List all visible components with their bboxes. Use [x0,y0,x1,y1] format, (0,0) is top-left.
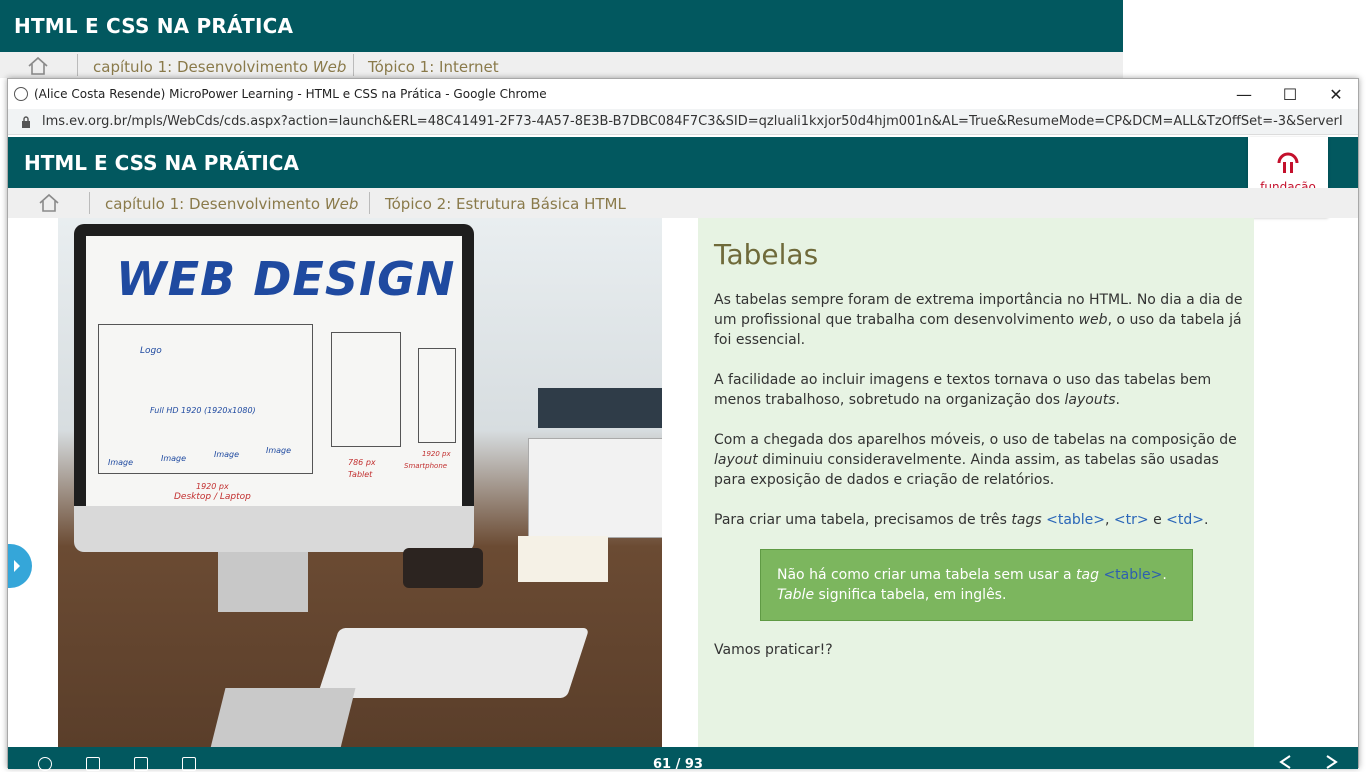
home-icon[interactable] [27,56,49,76]
sketch-label: Full HD 1920 (1920x1080) [150,406,256,415]
tag-table: <table> [1046,512,1106,528]
background-breadcrumb-topic[interactable]: Tópico 1: Internet [368,58,499,76]
sketch-label: Image [161,454,187,463]
screen-heading: WEB DESIGN [116,252,456,306]
background-breadcrumb-chapter[interactable]: capítulo 1: Desenvolvimento Web [93,58,346,76]
help-icon[interactable] [38,757,52,771]
window-titlebar[interactable]: (Alice Costa Resende) MicroPower Learnin… [8,79,1358,109]
document-icon[interactable] [86,757,100,771]
sketch-label: 1920 px [196,482,229,491]
tag-tr: <tr> [1113,512,1149,528]
sketch-label: Tablet [348,470,373,479]
monitor-stand [218,552,308,612]
paragraph-4: Para criar uma tabela, precisamos de trê… [714,512,1209,528]
paragraph-3: Com a chegada dos aparelhos móveis, o us… [714,432,1237,488]
notes-icon[interactable] [134,757,148,771]
breadcrumb-topic[interactable]: Tópico 2: Estrutura Básica HTML [385,195,626,213]
sketch-label: Image [108,458,134,467]
file-icon[interactable] [182,757,196,771]
url-text[interactable]: lms.ev.org.br/mpls/WebCds/cds.aspx?actio… [42,114,1342,129]
tag-td: <td> [1166,512,1204,528]
footer-navigation: 61 / 93 [8,747,1358,772]
monitor-chin [74,506,474,552]
next-page-icon[interactable] [1323,755,1339,769]
breadcrumb: capítulo 1: Desenvolvimento Web Tópico 2… [8,188,1358,218]
monitor-screen: WEB DESIGN Logo Full HD 1920 (1920x1080)… [86,236,462,506]
notebook-stack [538,388,662,428]
background-app-title: HTML E CSS NA PRÁTICA [0,0,1123,52]
info-note: Não há como criar uma tabela sem usar a … [760,549,1193,621]
breadcrumb-chevron [66,54,78,76]
tablet-sketch [331,332,401,447]
background-app: HTML E CSS NA PRÁTICA capítulo 1: Desenv… [0,0,1123,78]
sketch-label: Smartphone [404,462,448,470]
chevron-right-icon [14,560,20,572]
window-title: (Alice Costa Resende) MicroPower Learnin… [34,87,547,101]
paragraph-2: A facilidade ao incluir imagens e textos… [714,372,1212,408]
browser-window: (Alice Costa Resende) MicroPower Learnin… [7,78,1359,772]
home-icon[interactable] [38,193,60,213]
sketch-label: 1920 px [422,450,451,458]
sketch-label: Image [266,446,292,455]
paragraph-5: Vamos praticar!? [714,642,833,658]
web-design-photo: WEB DESIGN Logo Full HD 1920 (1920x1080)… [58,218,662,748]
address-bar[interactable]: lms.ev.org.br/mpls/WebCds/cds.aspx?actio… [8,109,1358,135]
sketch-label: 786 px [348,458,376,467]
paragraph-1: As tabelas sempre foram de extrema impor… [714,292,1243,348]
sketch-label: Logo [140,346,162,356]
content-heading: Tabelas [714,238,819,271]
page-counter: 61 / 93 [653,757,703,772]
content-panel: Tabelas As tabelas sempre foram de extre… [698,218,1254,748]
breadcrumb-chevron [342,54,354,76]
sketch-label: Desktop / Laptop [174,492,251,502]
maximize-button[interactable]: ☐ [1267,79,1313,109]
app-title: HTML E CSS NA PRÁTICA [8,137,1358,188]
minimize-button[interactable]: — [1221,79,1267,109]
wallet [403,548,483,588]
side-menu-toggle[interactable] [8,544,32,588]
breadcrumb-chevron [358,192,370,214]
paper-stack [518,536,608,582]
previous-page-icon[interactable] [1278,755,1294,769]
background-breadcrumb: capítulo 1: Desenvolvimento Web Tópico 1… [0,52,1123,78]
monitor: WEB DESIGN Logo Full HD 1920 (1920x1080)… [74,224,474,552]
close-button[interactable]: ✕ [1313,79,1359,109]
chrome-icon [14,87,28,101]
desk-calendar [528,438,662,538]
keyboard [316,628,590,698]
sketch-label: Image [214,450,240,459]
breadcrumb-chevron [78,192,90,214]
breadcrumb-chapter[interactable]: capítulo 1: Desenvolvimento Web [105,195,358,213]
bradesco-logo-icon [1277,152,1299,173]
calculator [210,688,356,748]
lock-icon [22,116,30,128]
smartphone-sketch [418,348,456,443]
